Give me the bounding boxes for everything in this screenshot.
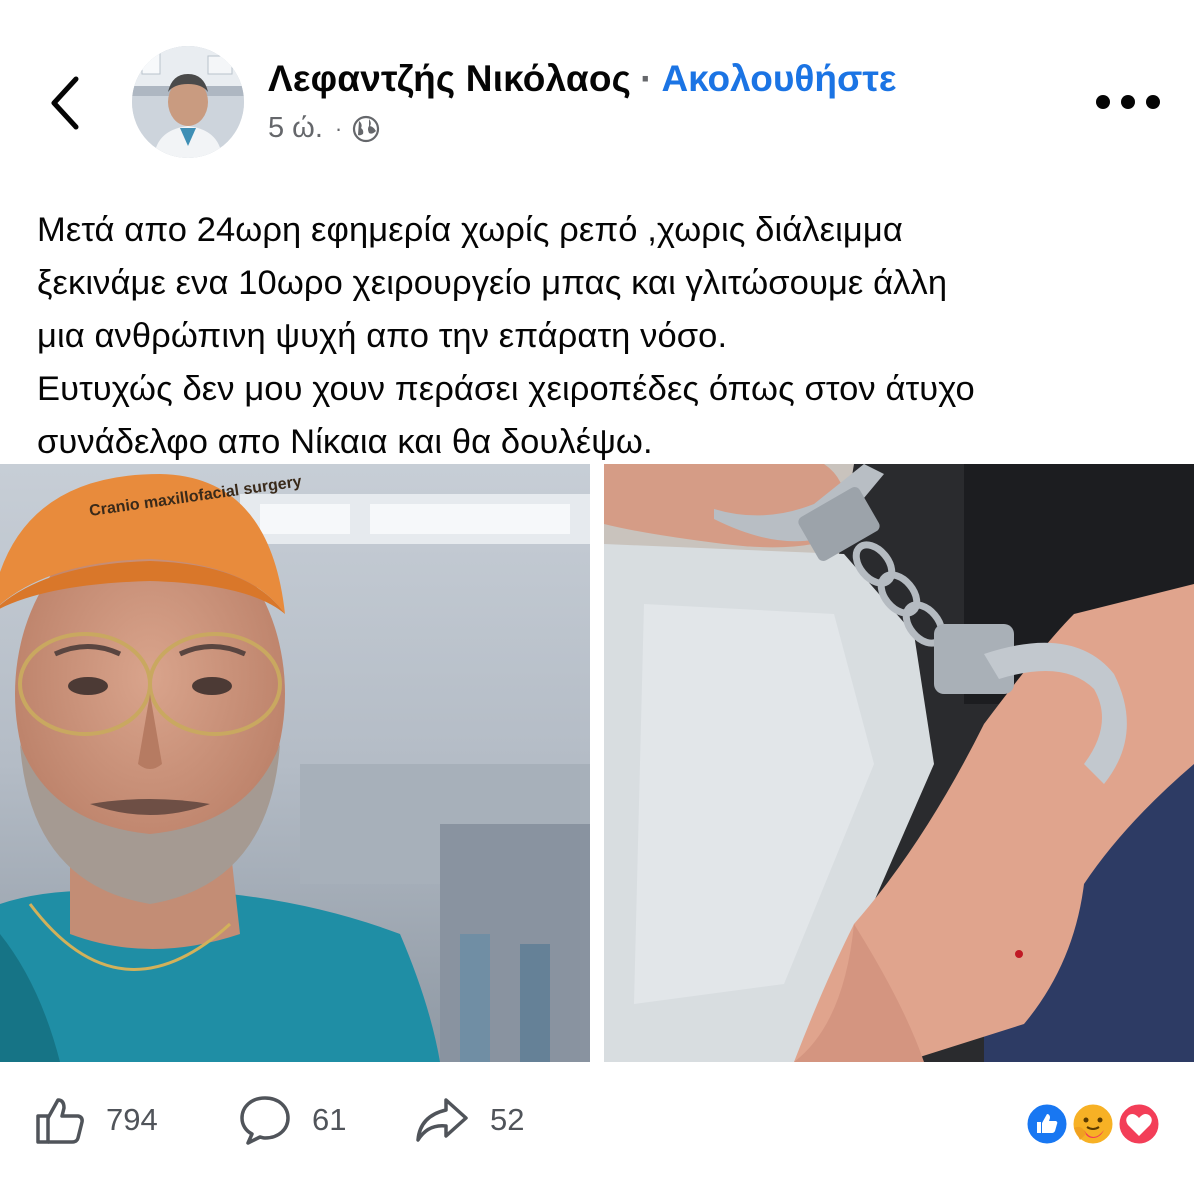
post-actions-bar: 794 61 52 [0,1080,1194,1170]
reactions-summary[interactable] [1024,1100,1164,1150]
meta-separator: · [334,115,343,141]
post-text-line: Μετά απο 24ωρη εφημερία χωρίς ρεπό ,χωρι… [37,211,903,249]
care-reaction-icon [1070,1101,1116,1147]
avatar-image [132,46,244,158]
post-text-line: ξεκινάμε ενα 10ωρο χειρουργείο μπας και … [37,264,948,302]
thumbs-up-icon [36,1098,84,1144]
post-text-line: συνάδελφο απο Νίκαια και θα δουλέψω. [37,423,653,461]
surgeon-photo-image: Cranio maxillofacial surgery [0,464,590,1062]
more-options-button[interactable] [1096,88,1160,116]
more-horizontal-icon [1096,95,1110,109]
post-text-line: Ευτυχώς δεν μου χουν περάσει χειροπέδες … [37,370,975,408]
share-arrow-icon [416,1098,468,1142]
post-text-line: μια ανθρώπινη ψυχή απο την επάρατη νόσο. [37,317,728,355]
post-text: Μετά απο 24ωρη εφημερία χωρίς ρεπό ,χωρι… [37,204,1167,469]
handcuffs-photo-image [604,464,1194,1062]
like-reaction-icon [1024,1101,1070,1147]
post-time[interactable]: 5 ώ. [268,112,323,145]
author-name[interactable]: Λεφαντζής Νικόλαος [268,58,631,100]
post-photo-surgeon[interactable]: Cranio maxillofacial surgery [0,464,590,1062]
comment-count: 61 [312,1102,347,1137]
comment-button[interactable]: 61 [238,1094,346,1146]
follow-link[interactable]: Ακολουθήστε [661,58,896,100]
back-button[interactable] [40,72,90,134]
love-reaction-icon [1116,1101,1162,1147]
comment-icon [240,1096,290,1145]
post-photo-handcuffs[interactable] [604,464,1194,1062]
like-count: 794 [106,1102,158,1137]
share-count: 52 [490,1102,525,1137]
post-meta: 5 ώ. · [268,112,380,145]
like-button[interactable]: 794 [34,1094,158,1146]
globe-icon [353,115,380,142]
avatar[interactable] [132,46,244,158]
chevron-left-icon [51,76,79,130]
reaction-icons [1024,1101,1162,1147]
author-line: Λεφαντζής Νικόλαος · Ακολουθήστε [268,58,896,100]
more-dot [1121,95,1135,109]
post-header: Λεφαντζής Νικόλαος · Ακολουθήστε 5 ώ. · [0,0,1194,190]
more-dot [1146,95,1160,109]
share-button[interactable]: 52 [414,1094,524,1146]
separator-dot: · [640,58,653,99]
